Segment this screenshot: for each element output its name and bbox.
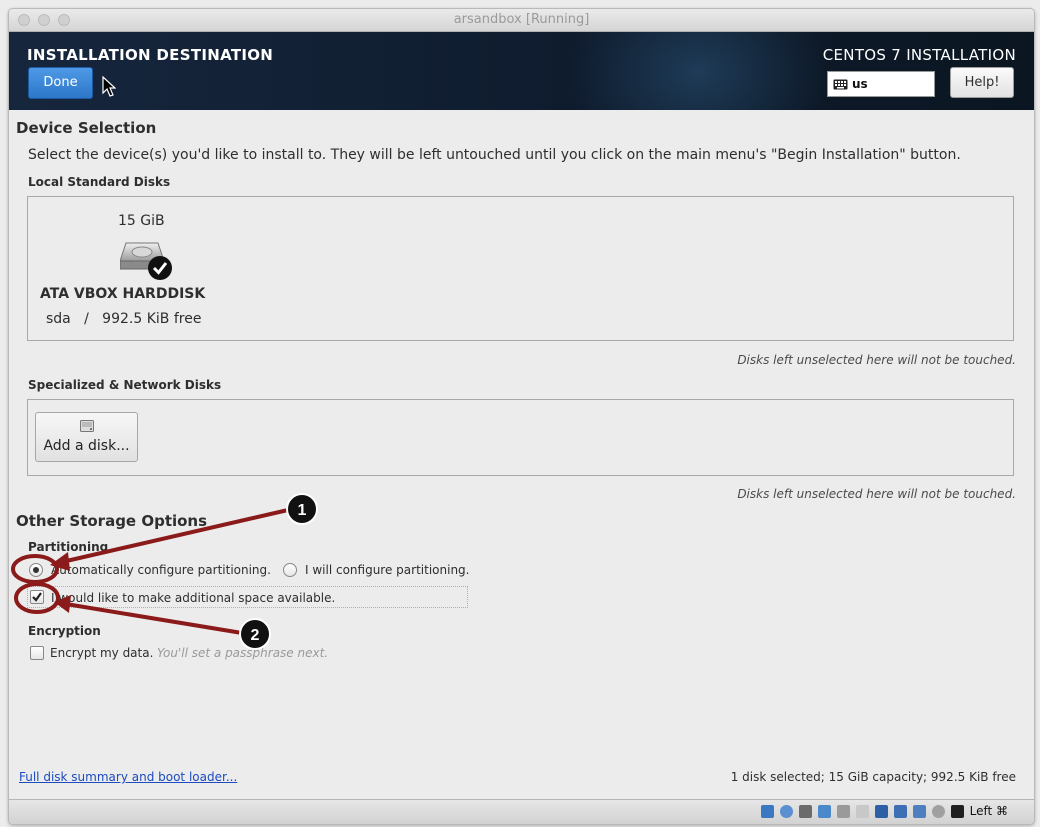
- callout-2-number: 2: [251, 627, 260, 644]
- callout-2-badge: 2: [239, 618, 271, 650]
- callout-1-arrow: [50, 508, 289, 571]
- callout-1-number: 1: [298, 502, 307, 519]
- callout-2-arrow: [54, 595, 243, 635]
- callout-2-highlight: [14, 582, 60, 614]
- callout-1-badge: 1: [286, 493, 318, 525]
- annotation-overlay: 1 2: [11, 493, 318, 650]
- callout-1-highlight: [11, 554, 59, 584]
